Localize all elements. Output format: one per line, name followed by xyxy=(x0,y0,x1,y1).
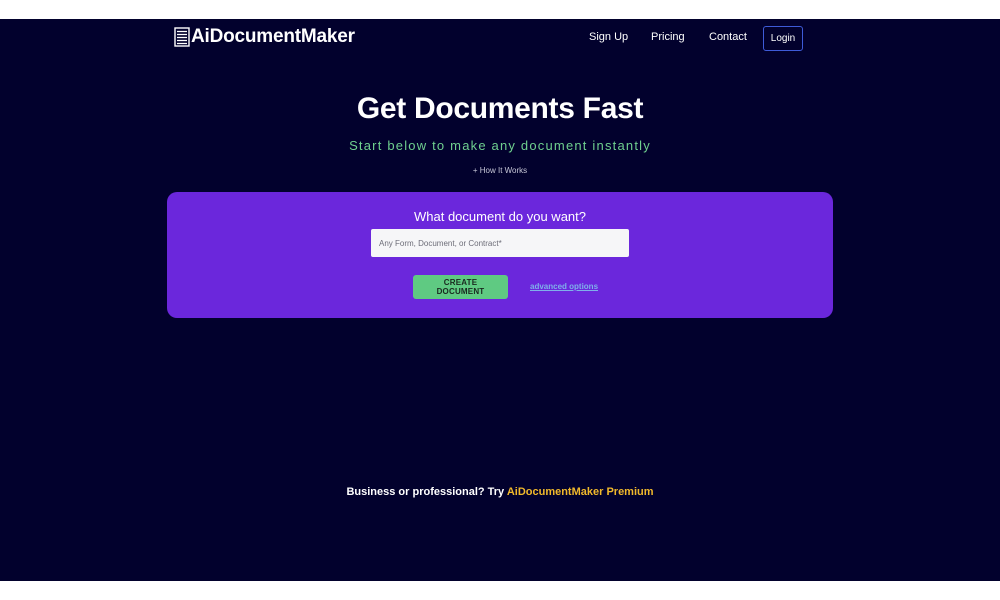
site-logo[interactable]: AiDocumentMaker xyxy=(174,26,355,48)
nav-sign-up-link[interactable]: Sign Up xyxy=(589,31,628,43)
document-question-label: What document do you want? xyxy=(414,209,586,224)
premium-link[interactable]: AiDocumentMaker Premium xyxy=(507,486,654,498)
nav-contact-link[interactable]: Contact xyxy=(709,31,747,43)
hero-title: Get Documents Fast xyxy=(356,92,644,125)
hero-subtitle: Start below to make any document instant… xyxy=(349,138,651,153)
nav-pricing-link[interactable]: Pricing xyxy=(651,31,685,43)
premium-promo: Business or professional? Try AiDocument… xyxy=(0,486,1000,498)
page-background: AiDocumentMaker Sign Up Pricing Contact … xyxy=(0,19,1000,581)
premium-prefix-text: Business or professional? Try xyxy=(346,486,507,498)
logo-text: AiDocumentMaker xyxy=(191,26,355,47)
how-it-works-link[interactable]: + How It Works xyxy=(0,166,1000,175)
document-search-input[interactable] xyxy=(371,229,629,257)
create-document-button[interactable]: CREATE DOCUMENT xyxy=(413,275,508,299)
login-button[interactable]: Login xyxy=(763,26,803,51)
document-lines-icon xyxy=(174,27,190,47)
document-request-panel: What document do you want? CREATE DOCUME… xyxy=(167,192,833,318)
top-navigation: AiDocumentMaker Sign Up Pricing Contact … xyxy=(0,19,1000,59)
advanced-options-link[interactable]: advanced options xyxy=(530,282,598,291)
